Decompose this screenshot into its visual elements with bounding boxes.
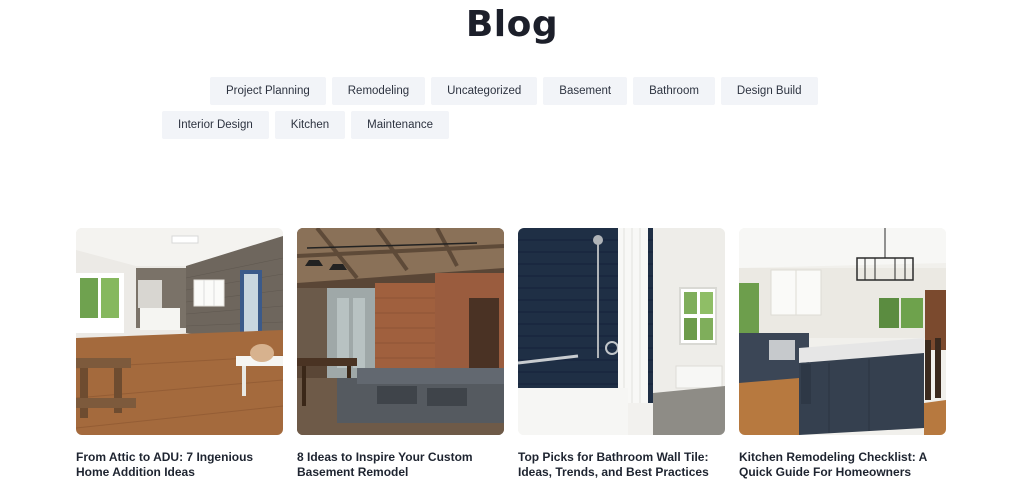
attic-addition-photo[interactable] (76, 228, 283, 435)
kitchen-remodel-photo[interactable] (739, 228, 946, 435)
post-title[interactable]: 8 Ideas to Inspire Your Custom Basement … (297, 450, 504, 480)
post-card[interactable]: From Attic to ADU: 7 Ingenious Home Addi… (76, 228, 283, 480)
basement-remodel-photo[interactable] (297, 228, 504, 435)
post-title[interactable]: Kitchen Remodeling Checklist: A Quick Gu… (739, 450, 946, 480)
post-grid: From Attic to ADU: 7 Ingenious Home Addi… (76, 228, 946, 480)
blog-page: Blog Project Planning Remodeling Uncateg… (0, 0, 1024, 490)
post-title[interactable]: From Attic to ADU: 7 Ingenious Home Addi… (76, 450, 283, 480)
page-title: Blog (465, 4, 559, 45)
category-maintenance[interactable]: Maintenance (351, 111, 450, 139)
post-card[interactable]: 8 Ideas to Inspire Your Custom Basement … (297, 228, 504, 480)
category-filter-row-2: Interior Design Kitchen Maintenance (162, 111, 450, 139)
post-card[interactable]: Kitchen Remodeling Checklist: A Quick Gu… (739, 228, 946, 480)
post-card[interactable]: Top Picks for Bathroom Wall Tile: Ideas,… (518, 228, 725, 480)
category-remodeling[interactable]: Remodeling (331, 77, 426, 105)
category-interior-design[interactable]: Interior Design (162, 111, 269, 139)
category-filter-row-1: Project Planning Remodeling Uncategorize… (210, 77, 818, 105)
category-design-build[interactable]: Design Build (720, 77, 818, 105)
category-kitchen[interactable]: Kitchen (274, 111, 346, 139)
bathroom-tile-photo[interactable] (518, 228, 725, 435)
category-project-planning[interactable]: Project Planning (210, 77, 326, 105)
post-title[interactable]: Top Picks for Bathroom Wall Tile: Ideas,… (518, 450, 725, 480)
category-bathroom[interactable]: Bathroom (633, 77, 715, 105)
category-basement[interactable]: Basement (543, 77, 628, 105)
category-uncategorized[interactable]: Uncategorized (431, 77, 538, 105)
